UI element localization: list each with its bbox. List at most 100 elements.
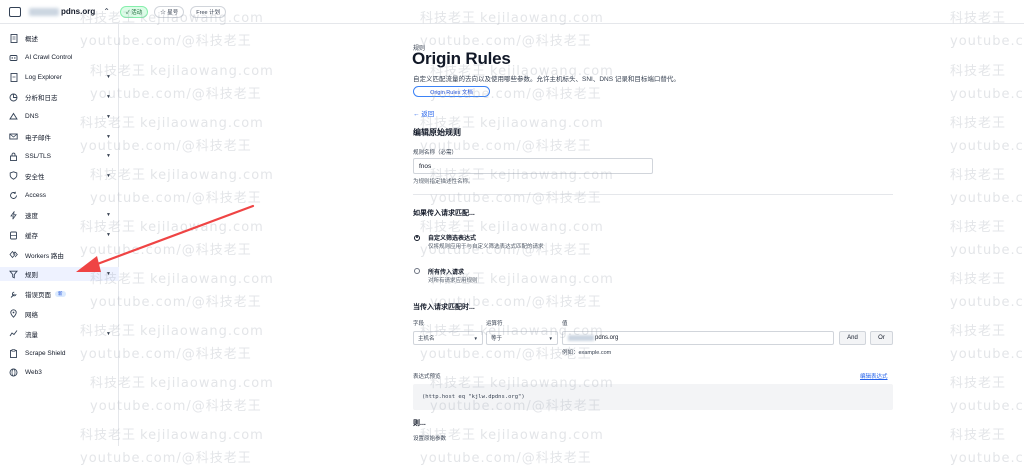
sidebar-item-label: 分析和日志 xyxy=(25,95,58,103)
watermark-text: 科技老王youtube.com/@科技老王 xyxy=(950,168,1024,206)
sidebar-item-scrape-shield[interactable]: Scrape Shield xyxy=(0,346,119,360)
lightning-icon xyxy=(9,210,18,220)
chevron-down-icon[interactable]: ▼ xyxy=(106,271,111,277)
sidebar-item-label: 网络 xyxy=(25,311,38,319)
watermark-text: 科技老王youtube.com/@科技老王 xyxy=(950,64,1024,102)
chevron-down-icon[interactable]: ▼ xyxy=(106,134,111,140)
operator-select-value: 等于 xyxy=(491,336,503,342)
sidebar-item-label: 缓存 xyxy=(25,233,38,240)
chevron-down-icon[interactable]: ▼ xyxy=(106,232,111,238)
refresh-icon xyxy=(9,191,18,200)
sidebar-item-web3[interactable]: Web3 xyxy=(0,366,119,380)
sidebar-item-log-explorer[interactable]: Log Explorer ▼ xyxy=(0,70,119,84)
sidebar-item-workers[interactable]: Workers 路由 xyxy=(0,248,119,262)
page-title: Origin Rules xyxy=(412,49,511,68)
sidebar-item-item-13[interactable]: 错误页面新 xyxy=(0,287,119,301)
radio-all-requests[interactable] xyxy=(414,268,420,274)
new-badge: 新 xyxy=(55,291,66,298)
sidebar-item-label: 电子邮件 xyxy=(25,134,51,142)
value-example: 例如：example.com xyxy=(562,350,612,356)
field-select[interactable]: 主机名 ▼ xyxy=(413,331,483,345)
watermark-text: 科技老王youtube.com/@科技老王 xyxy=(950,116,1024,154)
chevron-down-icon[interactable]: ▼ xyxy=(106,212,111,218)
watermark-text: 科技老王youtube.com/@科技老王 xyxy=(950,376,1024,414)
then-subtitle: 设置原始参数 xyxy=(413,436,447,442)
mail-icon xyxy=(9,132,18,141)
sidebar-item-item-14[interactable]: 网络 xyxy=(0,307,119,321)
shield-icon xyxy=(9,171,18,181)
radio-all-subtitle: 对所有请求应用规则 xyxy=(428,278,478,284)
operator-label: 运算符 xyxy=(486,321,503,327)
sidebar-item-item-5[interactable]: 电子邮件 ▼ xyxy=(0,130,119,144)
sidebar-item-label: 安全性 xyxy=(25,173,45,181)
workers-icon xyxy=(9,250,18,259)
sidebar-item-item-10[interactable]: 缓存 ▼ xyxy=(0,228,119,242)
rule-name-label: 规则名称（必需） xyxy=(413,150,458,156)
chart-icon xyxy=(9,93,18,102)
chevron-down-icon[interactable]: ▼ xyxy=(106,173,111,179)
expression-preview-text: (http.host eq "kjlw.dpdns.org") xyxy=(422,394,525,400)
watermark-text: 科技老王 kejilaowang.com youtube.com/@科技老王 xyxy=(420,428,604,466)
watermark-text: 科技老王youtube.com/@科技老王 xyxy=(950,272,1024,310)
when-heading: 当传入请求匹配时... xyxy=(413,304,475,311)
sidebar-item-label: 速度 xyxy=(25,213,38,221)
clipboard-icon xyxy=(9,348,18,358)
watermark-text: 科技老王youtube.com/@科技老王 xyxy=(950,324,1024,362)
status-badge: ✓ 活动 xyxy=(119,5,149,18)
or-button[interactable]: Or xyxy=(870,331,893,345)
top-bar: pdns.org ⌃ ✓ 活动 ☆ 星号 Free 计划 xyxy=(0,0,1024,24)
sidebar-item-label: 错误页面 xyxy=(25,292,51,300)
domain-name[interactable]: pdns.org xyxy=(61,7,95,16)
docs-button-label: Origin Rules 文档 xyxy=(430,89,473,96)
sidebar-item-label: Scrape Shield xyxy=(25,349,66,357)
chevron-down-icon[interactable]: ▼ xyxy=(106,94,111,100)
value-input[interactable]: pdns.org xyxy=(562,331,834,345)
radio-custom-title[interactable]: 自定义筛选表达式 xyxy=(428,233,476,242)
sidebar-item-item-7[interactable]: 安全性 ▼ xyxy=(0,169,119,183)
chevron-down-icon[interactable]: ▼ xyxy=(106,153,111,159)
edit-expression-link[interactable]: 编辑表达式 xyxy=(860,372,888,380)
redacted-domain-prefix xyxy=(29,7,59,16)
sidebar-item-item-0[interactable]: 概述 xyxy=(0,31,119,45)
sidebar-item-ai-crawl-control[interactable]: AI Crawl Control xyxy=(0,51,119,65)
if-heading: 如果传入请求匹配... xyxy=(413,210,475,217)
docs-button[interactable]: Origin Rules 文档 xyxy=(413,86,490,97)
radio-custom-filter[interactable] xyxy=(414,235,420,241)
dns-icon xyxy=(9,112,18,121)
plan-badge[interactable]: Free 计划 xyxy=(190,5,227,18)
operator-select[interactable]: 等于 ▼ xyxy=(486,331,558,345)
sidebar-item-item-15[interactable]: 流量 ▼ xyxy=(0,327,119,341)
sidebar-item-access[interactable]: Access xyxy=(0,189,119,203)
cache-icon xyxy=(9,231,18,240)
sidebar-item-dns[interactable]: DNS ▼ xyxy=(0,110,119,124)
sidebar-item-item-9[interactable]: 速度 ▼ xyxy=(0,208,119,222)
sidebar: 概述 AI Crawl Control Log Explorer ▼ 分析和日志 ▼ DNS… xyxy=(0,24,119,446)
value-input-text: pdns.org xyxy=(595,335,619,341)
sidebar-item-item-12[interactable]: 规则 ▼ xyxy=(0,267,119,282)
sidebar-item-label: 流量 xyxy=(25,331,38,339)
chevron-down-icon[interactable]: ▼ xyxy=(106,331,111,337)
robot-icon xyxy=(9,53,18,62)
rule-name-hint: 为规则指定描述性名称。 xyxy=(413,179,474,185)
traffic-icon xyxy=(9,329,18,338)
sidebar-item-ssl-tls[interactable]: SSL/TLS ▼ xyxy=(0,149,119,163)
sidebar-item-label: 规则 xyxy=(25,272,38,280)
star-button[interactable]: ☆ 星号 xyxy=(154,5,185,18)
sidebar-item-item-3[interactable]: 分析和日志 ▼ xyxy=(0,90,119,104)
and-button[interactable]: And xyxy=(839,331,866,345)
page-description: 自定义匹配流量的去向以及使用哪些参数。允许主机标头、SNI、DNS 记录和目标端… xyxy=(413,76,680,83)
field-select-value: 主机名 xyxy=(418,336,435,342)
radio-all-title[interactable]: 所有传入请求 xyxy=(428,267,464,276)
watermark-text: 科技老王youtube.com/@科技老王 xyxy=(950,220,1024,258)
value-label: 值 xyxy=(562,321,568,327)
chevron-down-icon[interactable]: ▼ xyxy=(106,114,111,120)
radio-custom-subtitle: 仅将规则应用于与自定义筛选表达式匹配的请求 xyxy=(428,244,544,250)
rule-name-input[interactable] xyxy=(413,158,653,174)
sidebar-item-label: 概述 xyxy=(25,36,38,43)
sidebar-item-label: Web3 xyxy=(25,369,42,377)
divider xyxy=(413,194,893,195)
then-heading: 则... xyxy=(413,420,426,427)
domain-switcher-icon[interactable]: ⌃ xyxy=(103,7,110,16)
chevron-down-icon[interactable]: ▼ xyxy=(106,74,111,80)
back-link[interactable]: ← 返回 xyxy=(413,108,434,118)
